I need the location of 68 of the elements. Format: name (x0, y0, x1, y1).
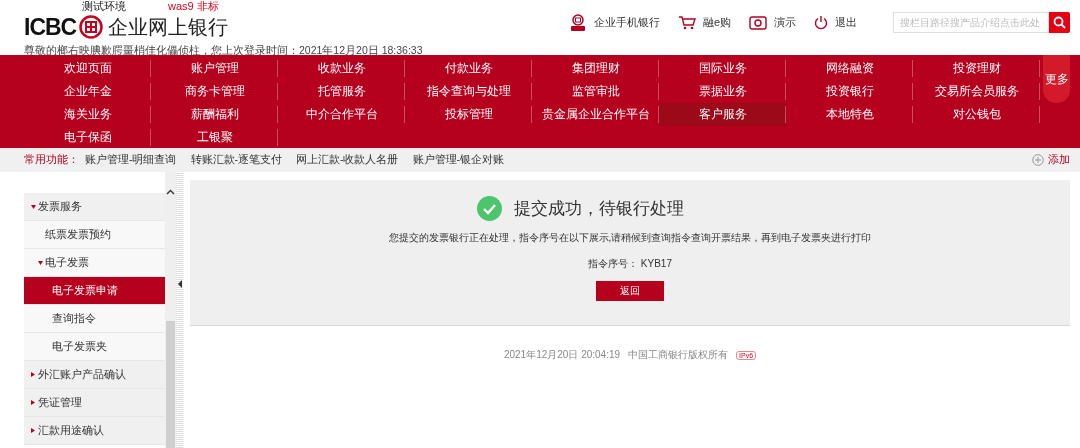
menu-group[interactable]: 外汇账户产品确认 (24, 361, 165, 389)
more-tab[interactable]: 更多 (1043, 55, 1070, 103)
bank-emblem-icon (568, 13, 587, 32)
nav-menu-item[interactable]: 贵金属企业合作平台 (532, 103, 659, 126)
site-title: 企业网上银行 (108, 16, 229, 38)
add-link[interactable]: 添加 (1048, 153, 1070, 167)
nav-menu-item[interactable]: 交易所会员服务 (913, 80, 1040, 103)
serial-number: 指令序号： KYB17 (588, 257, 672, 271)
header-link[interactable]: 演示 (774, 15, 796, 30)
nav-menu-item[interactable]: 企业年金 (24, 80, 151, 103)
nav-menu-item[interactable]: 本地特色 (786, 103, 913, 126)
screen-icon (749, 15, 767, 30)
nav-menu-item[interactable]: 收款业务 (278, 57, 405, 80)
nav-menu-item[interactable]: 票据业务 (659, 80, 786, 103)
nav-menu-item[interactable]: 商务卡管理 (151, 80, 278, 103)
shortcut-link[interactable]: 网上汇款-收款人名册 (296, 153, 399, 167)
menu-item[interactable]: 纸票发票预约 (24, 221, 165, 249)
header-link[interactable]: 企业手机银行 (593, 15, 660, 30)
shortcut-link[interactable]: 账户管理-明细查询 (85, 153, 177, 167)
nav-menu-item[interactable]: 客户服务 (659, 103, 786, 126)
menu-item[interactable]: 电子发票夹 (24, 333, 165, 361)
menu-group[interactable]: 发票服务 (24, 193, 165, 221)
nav-menu-item[interactable]: 国际业务 (659, 57, 786, 80)
menu-group[interactable]: 凭证管理 (24, 389, 165, 417)
shortcuts-label: 常用功能： (24, 153, 79, 167)
search-button[interactable] (1049, 12, 1070, 33)
nav-menu-item[interactable]: 网络融资 (786, 57, 913, 80)
result-title: 提交成功，待银行处理 (513, 198, 684, 220)
menu-item[interactable]: 查询指令 (24, 305, 165, 333)
check-icon (476, 196, 502, 221)
nav-menu-item[interactable]: 集团理财 (532, 57, 659, 80)
plus-circle-icon (1032, 154, 1044, 166)
nav-menu-item[interactable]: 中介合作平台 (278, 103, 405, 126)
bank-logo-icon (79, 15, 104, 39)
result-message: 您提交的发票银行正在处理，指令序号在以下展示,请稍候到查询指令查询开票结果，再到电子发票夹进行打印 (388, 231, 872, 245)
nav-menu-item[interactable]: 托管服务 (278, 80, 405, 103)
nav-menu-item[interactable]: 薪酬福利 (151, 103, 278, 126)
menu-group[interactable]: 汇款用途确认 (24, 417, 165, 445)
welcome-text: 尊敬的榔右映腆歉腭畺梢佳化儡侦柱，您上次登录时间：2021年12月20日 18:36:33 (24, 44, 423, 58)
nav-menu-item[interactable]: 付款业务 (405, 57, 532, 80)
nav-menu-item[interactable]: 指令查询与处理 (405, 80, 532, 103)
nav-menu-item[interactable]: 欢迎页面 (24, 57, 151, 80)
header-link[interactable]: 退出 (835, 15, 857, 30)
collapse-arrow-icon (177, 280, 182, 288)
nav-menu-item[interactable]: 监管审批 (532, 80, 659, 103)
scrollbar[interactable] (165, 172, 176, 448)
nav-menu-item[interactable]: 投资理财 (913, 57, 1040, 80)
version-label: was9 非标 (168, 0, 219, 12)
shortcut-link[interactable]: 转账汇款-逐笔支付 (190, 153, 282, 167)
nav-menu-item[interactable]: 投资银行 (786, 80, 913, 103)
header-link[interactable]: 融e购 (702, 15, 731, 30)
nav-menu-item[interactable]: 海关业务 (24, 103, 151, 126)
shortcut-link[interactable]: 账户管理-银企对账 (412, 153, 504, 167)
nav-menu-item[interactable]: 对公钱包 (913, 103, 1040, 126)
nav-menu-item[interactable]: 电子保函 (24, 126, 151, 149)
environment-label: 测试环境 (82, 0, 126, 12)
nav-menu-item[interactable]: 账户管理 (151, 57, 278, 80)
menu-group[interactable]: 电子发票 (24, 249, 165, 277)
cart-icon (677, 15, 696, 30)
menu-item[interactable]: 电子发票申请 (24, 277, 165, 305)
nav-menu-item[interactable]: 投标管理 (405, 103, 532, 126)
power-icon (814, 15, 828, 30)
search-icon (1053, 16, 1066, 29)
nav-menu-item[interactable]: 工银聚 (151, 126, 278, 149)
copyright-text: 中国工商银行版权所有 (628, 348, 729, 362)
back-button[interactable]: 返回 (596, 281, 664, 301)
footer-time: 2021年12月20日 20:04:19 (503, 348, 621, 362)
logo-text: ICBC (24, 13, 77, 41)
